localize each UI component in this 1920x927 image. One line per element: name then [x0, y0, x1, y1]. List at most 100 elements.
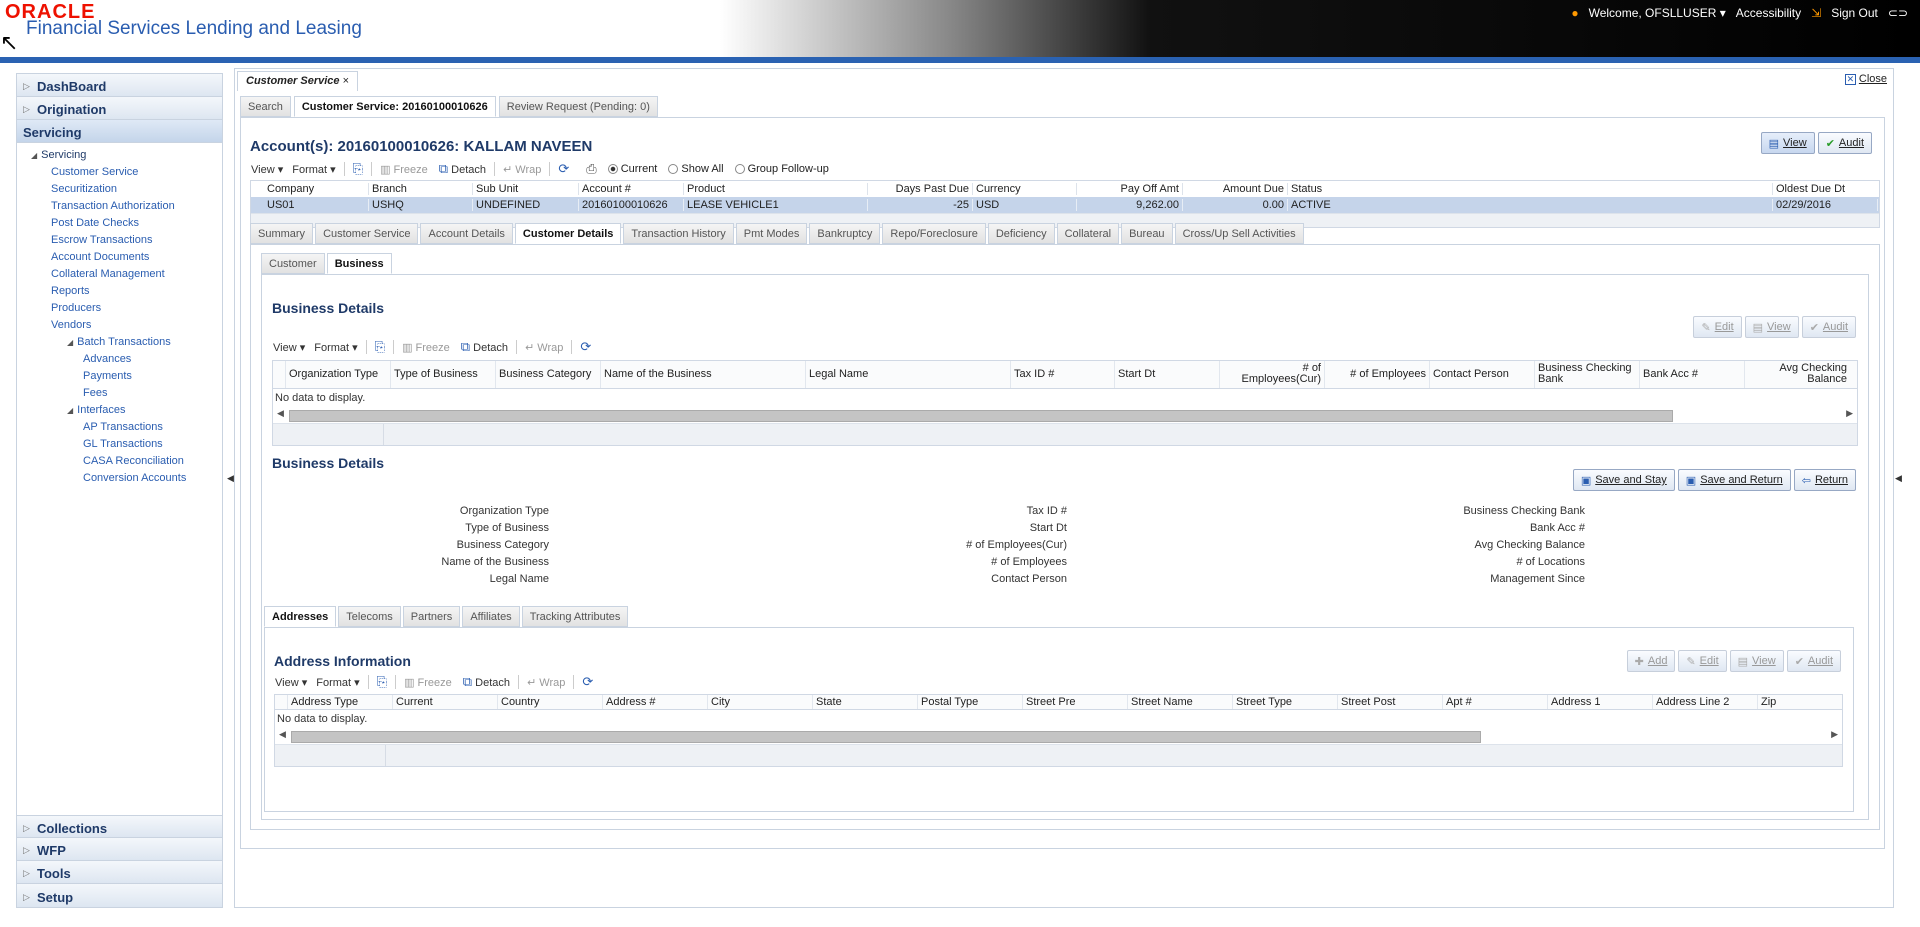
- col-type-of-business[interactable]: Type of Business: [391, 361, 496, 388]
- sidebar-item-dashboard[interactable]: ▷ DashBoard: [17, 74, 222, 97]
- save-and-stay-button[interactable]: ▣ Save and Stay: [1572, 469, 1675, 491]
- tab-search[interactable]: Search: [240, 96, 291, 117]
- table-row[interactable]: US01 USHQ UNDEFINED 20160100010626 LEASE…: [251, 197, 1879, 213]
- col-days-past-due[interactable]: Days Past Due: [868, 183, 973, 195]
- col-bank-acc[interactable]: Bank Acc #: [1640, 361, 1745, 388]
- tab-addresses[interactable]: Addresses: [264, 606, 337, 627]
- tree-node-interfaces[interactable]: ◢ Interfaces: [21, 402, 222, 419]
- wrap-button[interactable]: ↵ Wrap: [525, 341, 563, 354]
- radio-current[interactable]: Current: [607, 163, 657, 175]
- tab-customer[interactable]: Customer: [261, 253, 325, 274]
- view-button[interactable]: ▤ View: [1760, 132, 1815, 154]
- tree-item-producers[interactable]: Producers: [21, 300, 222, 317]
- format-menu[interactable]: Format ▾: [316, 676, 359, 689]
- sidebar-item-servicing[interactable]: Servicing: [17, 120, 222, 143]
- tab-bankruptcy[interactable]: Bankruptcy: [809, 223, 881, 244]
- tab-tracking-attributes[interactable]: Tracking Attributes: [521, 606, 629, 627]
- tab-business[interactable]: Business: [326, 253, 392, 274]
- tab-telecoms[interactable]: Telecoms: [338, 606, 401, 627]
- scrollbar-thumb[interactable]: [291, 731, 1481, 743]
- view-menu[interactable]: View ▾: [251, 163, 283, 176]
- col-street-pre[interactable]: Street Pre: [1023, 695, 1128, 709]
- col-account-number[interactable]: Account #: [579, 183, 684, 195]
- welcome-user-menu[interactable]: Welcome, OFSLLUSER ▾: [1589, 6, 1726, 20]
- close-tab-icon[interactable]: ×: [343, 75, 349, 87]
- tree-item-securitization[interactable]: Securitization: [21, 181, 222, 198]
- refresh-icon[interactable]: ⟳: [558, 161, 569, 177]
- format-menu[interactable]: Format ▾: [314, 341, 357, 354]
- freeze-button[interactable]: ▥ Freeze: [402, 341, 450, 354]
- print-icon[interactable]: ⎙: [586, 161, 596, 177]
- col-name-of-business[interactable]: Name of the Business: [601, 361, 806, 388]
- sidebar-item-tools[interactable]: ▷ Tools: [17, 861, 222, 884]
- col-street-type[interactable]: Street Type: [1233, 695, 1338, 709]
- freeze-button[interactable]: ▥ Freeze: [380, 163, 428, 176]
- tab-transaction-history[interactable]: Transaction History: [623, 223, 734, 244]
- col-branch[interactable]: Branch: [369, 183, 473, 195]
- scroll-right-icon[interactable]: ▶: [1846, 408, 1853, 419]
- tree-node-servicing[interactable]: ◢ Servicing: [21, 147, 222, 164]
- sign-out-link[interactable]: Sign Out: [1831, 6, 1878, 20]
- col-address-1[interactable]: Address 1: [1548, 695, 1653, 709]
- accessibility-link[interactable]: Accessibility: [1736, 6, 1801, 20]
- col-address-number[interactable]: Address #: [603, 695, 708, 709]
- tab-deficiency[interactable]: Deficiency: [987, 223, 1055, 244]
- add-address-button[interactable]: ✚ Add: [1626, 650, 1676, 672]
- detach-button[interactable]: ⧉ Detach: [463, 674, 510, 690]
- col-start-dt[interactable]: Start Dt: [1115, 361, 1220, 388]
- refresh-icon[interactable]: ⟳: [582, 674, 593, 690]
- col-street-name[interactable]: Street Name: [1128, 695, 1233, 709]
- audit-button[interactable]: ✔ Audit: [1801, 316, 1856, 338]
- tree-item-reports[interactable]: Reports: [21, 283, 222, 300]
- tree-item-payments[interactable]: Payments: [21, 368, 222, 385]
- tab-pmt-modes[interactable]: Pmt Modes: [735, 223, 808, 244]
- horizontal-scrollbar[interactable]: ◀ ▶: [277, 728, 1840, 744]
- tree-item-vendors[interactable]: Vendors: [21, 317, 222, 334]
- view-menu[interactable]: View ▾: [275, 676, 307, 689]
- tree-item-conversion-accounts[interactable]: Conversion Accounts: [21, 470, 222, 487]
- view-button[interactable]: ▤ View: [1729, 650, 1784, 672]
- col-tax-id[interactable]: Tax ID #: [1011, 361, 1115, 388]
- wrap-button[interactable]: ↵ Wrap: [503, 163, 541, 176]
- freeze-button[interactable]: ▥ Freeze: [404, 676, 452, 689]
- tree-node-batch-transactions[interactable]: ◢ Batch Transactions: [21, 334, 222, 351]
- tab-repo-foreclosure[interactable]: Repo/Foreclosure: [882, 223, 986, 244]
- tree-item-ap-transactions[interactable]: AP Transactions: [21, 419, 222, 436]
- tab-bureau[interactable]: Bureau: [1121, 223, 1173, 244]
- detach-button[interactable]: ⧉ Detach: [439, 161, 486, 177]
- col-postal-type[interactable]: Postal Type: [918, 695, 1023, 709]
- col-zip[interactable]: Zip: [1758, 695, 1828, 709]
- tab-partners[interactable]: Partners: [402, 606, 461, 627]
- col-business-checking-bank[interactable]: Business Checking Bank: [1535, 361, 1640, 388]
- return-button[interactable]: ⇦ Return: [1793, 469, 1856, 491]
- collapse-sidebar-icon[interactable]: ◀: [227, 473, 234, 484]
- sidebar-item-wfp[interactable]: ▷ WFP: [17, 838, 222, 861]
- col-address-type[interactable]: Address Type: [288, 695, 393, 709]
- col-oldest-due-dt[interactable]: Oldest Due Dt: [1773, 183, 1878, 195]
- scroll-left-icon[interactable]: ◀: [277, 408, 284, 419]
- view-button[interactable]: ▤ View: [1744, 316, 1799, 338]
- tree-item-transaction-authorization[interactable]: Transaction Authorization: [21, 198, 222, 215]
- tab-collateral[interactable]: Collateral: [1056, 223, 1120, 244]
- audit-button[interactable]: ✔ Audit: [1817, 132, 1872, 154]
- export-icon[interactable]: ⎘: [377, 674, 387, 690]
- save-and-return-button[interactable]: ▣ Save and Return: [1677, 469, 1791, 491]
- col-country[interactable]: Country: [498, 695, 603, 709]
- col-employees[interactable]: # of Employees: [1325, 361, 1430, 388]
- col-organization-type[interactable]: Organization Type: [286, 361, 391, 388]
- radio-group-follow-up[interactable]: Group Follow-up: [734, 163, 829, 175]
- export-icon[interactable]: ⎘: [375, 339, 385, 355]
- col-amount-due[interactable]: Amount Due: [1183, 183, 1288, 195]
- col-company[interactable]: Company: [264, 183, 369, 195]
- tree-item-account-documents[interactable]: Account Documents: [21, 249, 222, 266]
- tree-item-customer-service[interactable]: Customer Service: [21, 164, 222, 181]
- tree-item-fees[interactable]: Fees: [21, 385, 222, 402]
- tab-review-request[interactable]: Review Request (Pending: 0): [498, 96, 658, 117]
- horizontal-scrollbar[interactable]: ◀ ▶: [275, 407, 1855, 423]
- col-status[interactable]: Status: [1288, 183, 1773, 195]
- scroll-right-icon[interactable]: ▶: [1831, 729, 1838, 740]
- col-contact-person[interactable]: Contact Person: [1430, 361, 1535, 388]
- col-business-category[interactable]: Business Category: [496, 361, 601, 388]
- col-legal-name[interactable]: Legal Name: [806, 361, 1011, 388]
- sidebar-item-collections[interactable]: ▷ Collections: [17, 815, 222, 838]
